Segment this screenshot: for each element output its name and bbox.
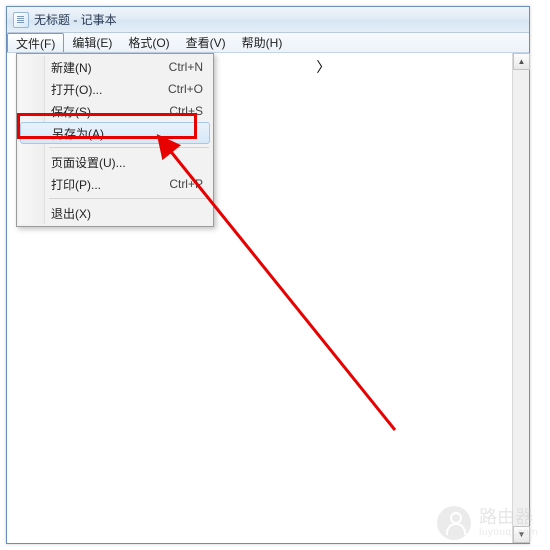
menuitem-shortcut: Ctrl+P [169, 177, 203, 191]
vertical-scrollbar[interactable]: ▲ ▼ [512, 53, 529, 543]
menuitem-shortcut: Ctrl+O [168, 82, 203, 96]
menuitem-save[interactable]: 保存(S) Ctrl+S [19, 100, 211, 122]
menuitem-label: 页面设置(U)... [51, 154, 183, 171]
menuitem-label: 打开(O)... [51, 81, 148, 98]
menu-help[interactable]: 帮助(H) [234, 33, 291, 52]
watermark-title: 路由器 [479, 508, 538, 528]
menuitem-open[interactable]: 打开(O)... Ctrl+O [19, 78, 211, 100]
menuitem-exit[interactable]: 退出(X) [19, 202, 211, 224]
watermark: 路由器 luyouqi.com [437, 506, 538, 540]
menuitem-label: 新建(N) [51, 59, 149, 76]
menu-separator [49, 198, 209, 199]
menuitem-new[interactable]: 新建(N) Ctrl+N [19, 56, 211, 78]
notepad-window: 无标题 - 记事本 文件(F) 编辑(E) 格式(O) 查看(V) 帮助(H) … [6, 6, 530, 544]
watermark-subtitle: luyouqi.com [479, 527, 538, 538]
scroll-up-button[interactable]: ▲ [513, 53, 530, 70]
menu-format[interactable]: 格式(O) [120, 33, 177, 52]
window-title: 无标题 - 记事本 [34, 11, 117, 28]
menubar: 文件(F) 编辑(E) 格式(O) 查看(V) 帮助(H) [7, 33, 529, 53]
menuitem-page-setup[interactable]: 页面设置(U)... [19, 151, 211, 173]
menu-view[interactable]: 查看(V) [178, 33, 234, 52]
file-menu-dropdown: 新建(N) Ctrl+N 打开(O)... Ctrl+O 保存(S) Ctrl+… [16, 53, 214, 227]
watermark-router-icon [437, 506, 471, 540]
menuitem-label: 退出(X) [51, 205, 183, 222]
menu-separator [49, 147, 209, 148]
menuitem-shortcut: Ctrl+S [169, 104, 203, 118]
menu-file[interactable]: 文件(F) [7, 33, 64, 52]
menu-edit[interactable]: 编辑(E) [64, 33, 120, 52]
menuitem-label: 另存为(A)... [52, 125, 181, 142]
menuitem-print[interactable]: 打印(P)... Ctrl+P [19, 173, 211, 195]
menuitem-label: 保存(S) [51, 103, 149, 120]
titlebar[interactable]: 无标题 - 记事本 [7, 7, 529, 33]
menuitem-label: 打印(P)... [51, 176, 149, 193]
notepad-icon [13, 12, 29, 28]
menuitem-shortcut: Ctrl+N [169, 60, 203, 74]
menuitem-save-as[interactable]: 另存为(A)... [20, 122, 210, 144]
